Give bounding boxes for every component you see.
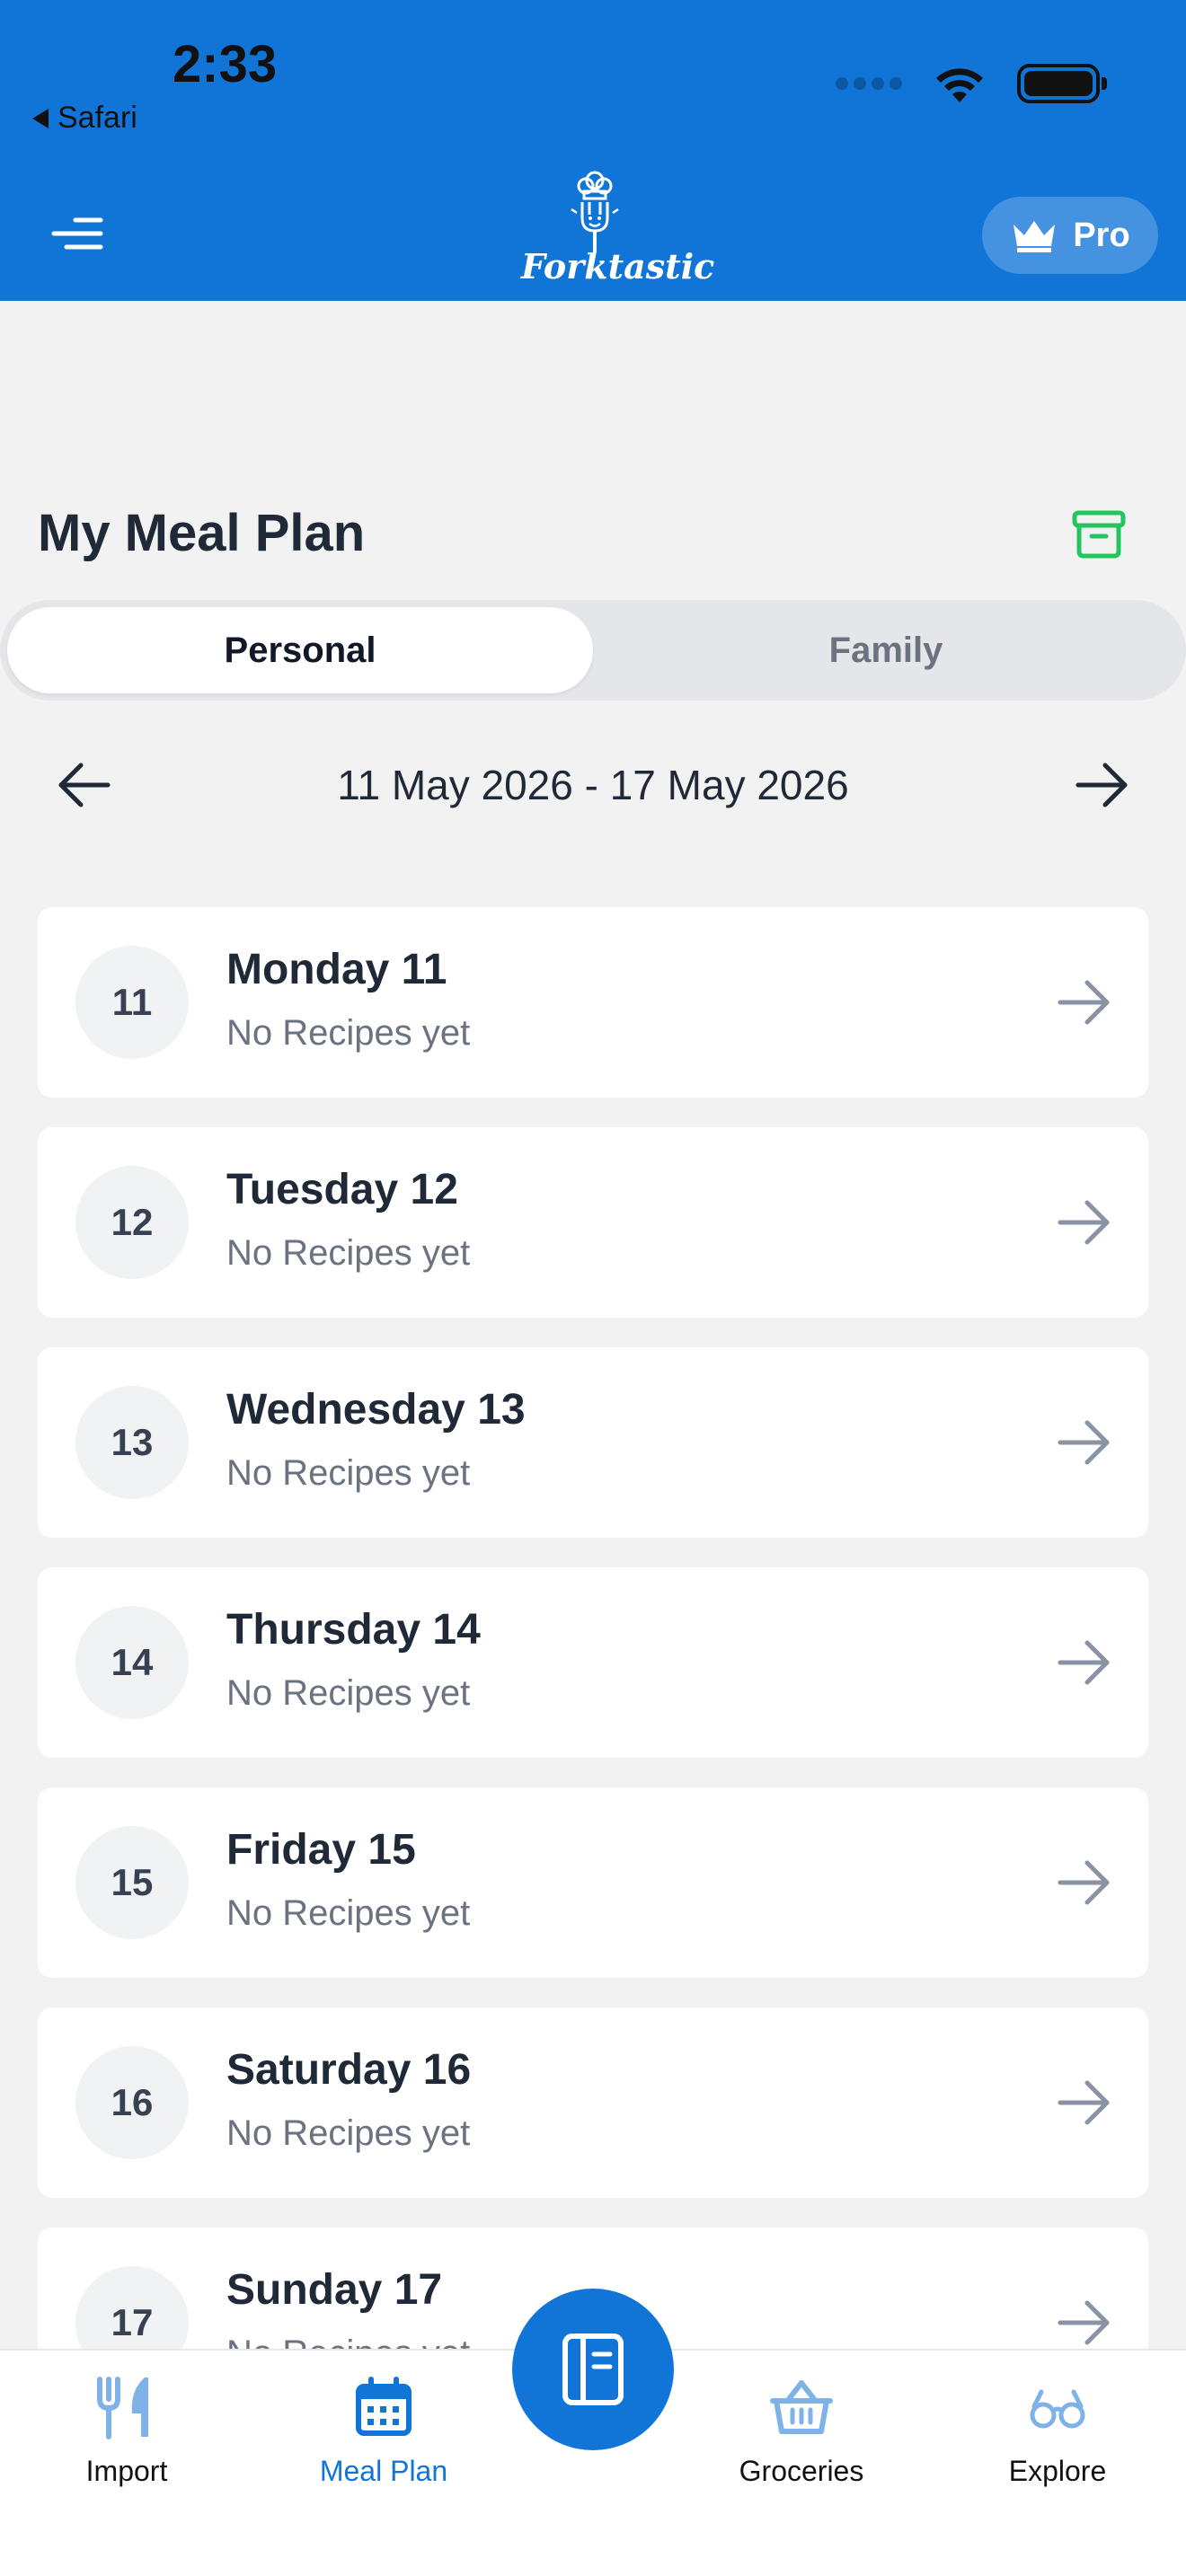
arrow-right-icon bbox=[1058, 2080, 1110, 2125]
day-number-badge: 14 bbox=[75, 1606, 189, 1719]
arrow-right-icon bbox=[1058, 1860, 1110, 1905]
day-status: No Recipes yet bbox=[226, 2113, 471, 2153]
day-status: No Recipes yet bbox=[226, 1673, 471, 1713]
back-triangle-icon bbox=[32, 108, 49, 128]
day-card[interactable]: 13 Wednesday 13 No Recipes yet bbox=[38, 1347, 1148, 1538]
battery-icon bbox=[1017, 64, 1107, 103]
day-number-badge: 16 bbox=[75, 2046, 189, 2159]
signal-dots-icon bbox=[836, 77, 902, 90]
day-name: Thursday 14 bbox=[226, 1606, 481, 1654]
day-card[interactable]: 14 Thursday 14 No Recipes yet bbox=[38, 1567, 1148, 1758]
calendar-icon bbox=[356, 2377, 412, 2436]
day-status: No Recipes yet bbox=[226, 1893, 471, 1933]
day-name: Monday 11 bbox=[226, 946, 447, 993]
tab-personal[interactable]: Personal bbox=[7, 607, 593, 693]
day-name: Wednesday 13 bbox=[226, 1386, 526, 1434]
nav-meal-plan-label: Meal Plan bbox=[319, 2455, 448, 2487]
status-time: 2:33 bbox=[173, 35, 278, 93]
nav-explore-label: Explore bbox=[1008, 2455, 1107, 2487]
nav-groceries-label: Groceries bbox=[739, 2455, 864, 2487]
day-card[interactable]: 11 Monday 11 No Recipes yet bbox=[38, 907, 1148, 1098]
chef-fork-icon bbox=[571, 171, 619, 252]
arrow-left-icon[interactable] bbox=[56, 756, 113, 814]
recipe-book-button[interactable] bbox=[512, 2289, 674, 2450]
forktastic-logo: Forktastic bbox=[521, 166, 715, 301]
app-header: 2:33 Safari Forktastic Pro bbox=[0, 0, 1186, 301]
nav-groceries[interactable]: Groceries bbox=[703, 2372, 900, 2488]
day-number-badge: 12 bbox=[75, 1166, 189, 1279]
day-number-badge: 15 bbox=[75, 1826, 189, 1939]
tab-family[interactable]: Family bbox=[593, 607, 1179, 693]
day-name: Saturday 16 bbox=[226, 2046, 472, 2094]
nav-import[interactable]: Import bbox=[28, 2372, 226, 2488]
logo-text: Forktastic bbox=[521, 246, 715, 287]
fork-knife-icon bbox=[97, 2377, 148, 2439]
day-number-badge: 13 bbox=[75, 1386, 189, 1499]
day-card[interactable]: 12 Tuesday 12 No Recipes yet bbox=[38, 1127, 1148, 1318]
status-indicators bbox=[836, 63, 1107, 104]
arrow-right-icon[interactable] bbox=[1073, 756, 1130, 814]
pro-button[interactable]: Pro bbox=[982, 197, 1158, 274]
crown-icon bbox=[1013, 221, 1056, 252]
day-name: Friday 15 bbox=[226, 1826, 416, 1874]
day-status: No Recipes yet bbox=[226, 1013, 471, 1053]
recipe-book-icon bbox=[562, 2333, 624, 2405]
glasses-icon bbox=[1030, 2389, 1085, 2429]
day-status: No Recipes yet bbox=[226, 1453, 471, 1493]
arrow-right-icon bbox=[1058, 1200, 1110, 1245]
arrow-right-icon bbox=[1058, 1640, 1110, 1685]
pro-label: Pro bbox=[1073, 216, 1130, 254]
arrow-right-icon bbox=[1058, 2300, 1110, 2345]
arrow-right-icon bbox=[1058, 980, 1110, 1025]
menu-icon[interactable] bbox=[49, 216, 104, 251]
nav-explore[interactable]: Explore bbox=[959, 2372, 1156, 2488]
day-status: No Recipes yet bbox=[226, 1233, 471, 1273]
day-list: 11 Monday 11 No Recipes yet 12 Tuesday 1… bbox=[38, 907, 1148, 2448]
day-card[interactable]: 15 Friday 15 No Recipes yet bbox=[38, 1787, 1148, 1978]
back-app-label: Safari bbox=[58, 101, 137, 135]
arrow-right-icon bbox=[1058, 1420, 1110, 1465]
nav-meal-plan[interactable]: Meal Plan bbox=[285, 2372, 482, 2488]
week-range-label: 11 May 2026 - 17 May 2026 bbox=[337, 762, 849, 808]
day-name: Sunday 17 bbox=[226, 2266, 443, 2314]
page-title: My Meal Plan bbox=[38, 504, 366, 562]
day-card[interactable]: 16 Saturday 16 No Recipes yet bbox=[38, 2007, 1148, 2198]
archive-icon[interactable] bbox=[1071, 508, 1127, 560]
basket-icon bbox=[770, 2380, 833, 2434]
day-number-badge: 11 bbox=[75, 946, 189, 1059]
nav-import-label: Import bbox=[85, 2455, 168, 2487]
back-to-safari-link[interactable]: Safari bbox=[32, 101, 137, 136]
plan-type-segmented-control: Personal Family bbox=[0, 600, 1186, 701]
wifi-icon bbox=[936, 68, 983, 102]
day-name: Tuesday 12 bbox=[226, 1166, 458, 1213]
